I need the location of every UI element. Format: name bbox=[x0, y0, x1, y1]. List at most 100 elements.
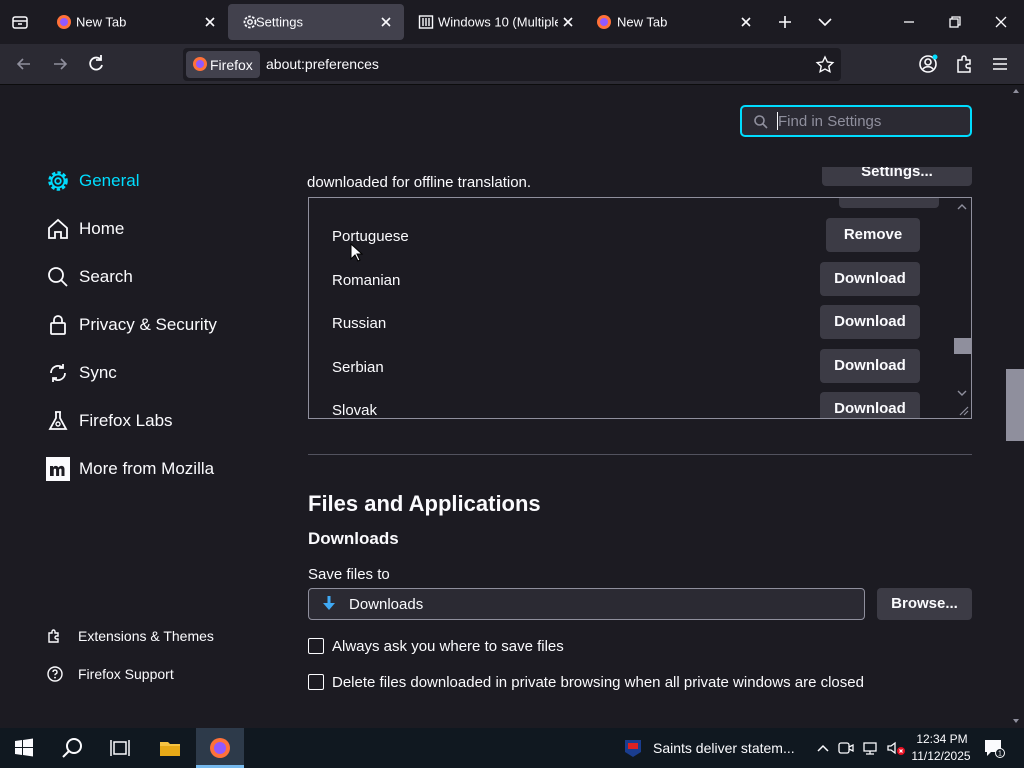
search-icon[interactable] bbox=[60, 736, 84, 760]
tab-title: New Tab bbox=[617, 14, 668, 30]
section-heading-files: Files and Applications bbox=[308, 491, 541, 516]
sidebar-item-label: Firefox Labs bbox=[79, 411, 173, 430]
scroll-down-icon[interactable] bbox=[955, 388, 969, 398]
divider bbox=[308, 454, 972, 455]
tab-windows10[interactable]: Windows 10 (Multiple E bbox=[404, 0, 582, 44]
firefox-icon bbox=[56, 14, 72, 30]
always-ask-label[interactable]: Always ask you where to save files bbox=[332, 638, 564, 655]
meet-now-icon[interactable] bbox=[838, 740, 854, 756]
tab-list-icon[interactable] bbox=[10, 12, 30, 32]
restore-icon[interactable] bbox=[946, 13, 964, 31]
help-icon bbox=[46, 665, 64, 683]
download-button[interactable]: Download bbox=[820, 349, 920, 383]
close-icon[interactable] bbox=[202, 14, 218, 30]
download-arrow-icon bbox=[320, 595, 338, 613]
remove-button[interactable]: Remove bbox=[826, 218, 920, 252]
url-text[interactable]: about:preferences bbox=[266, 56, 379, 72]
lock-icon bbox=[46, 313, 70, 337]
tab-title: Settings bbox=[256, 14, 303, 30]
back-icon[interactable] bbox=[12, 52, 36, 76]
firefox-icon bbox=[192, 56, 208, 72]
browse-button[interactable]: Browse... bbox=[877, 588, 972, 620]
language-name: Romanian bbox=[332, 272, 401, 289]
forward-icon[interactable] bbox=[48, 52, 72, 76]
language-name: Portuguese bbox=[332, 228, 409, 245]
task-view-icon[interactable] bbox=[108, 736, 132, 760]
library-icon bbox=[418, 14, 434, 30]
sync-icon bbox=[46, 361, 70, 385]
windows-start-icon[interactable] bbox=[14, 738, 34, 758]
close-icon[interactable] bbox=[738, 14, 754, 30]
home-icon bbox=[46, 217, 70, 241]
download-folder-field[interactable]: Downloads bbox=[308, 588, 865, 620]
translation-description: downloaded for offline translation. bbox=[307, 174, 532, 191]
sidebar-item-label: Search bbox=[79, 267, 133, 286]
url-bar[interactable]: Firefox about:preferences bbox=[183, 48, 841, 81]
identity-label: Firefox bbox=[210, 56, 253, 73]
translation-settings-button[interactable]: Settings... bbox=[822, 167, 972, 186]
browse-button-label: Browse... bbox=[891, 595, 958, 612]
download-button[interactable]: Download bbox=[820, 262, 920, 296]
news-icon bbox=[624, 738, 642, 758]
tab-new-tab-1[interactable]: New Tab bbox=[42, 0, 228, 44]
subheading-downloads: Downloads bbox=[308, 529, 399, 548]
close-window-icon[interactable] bbox=[992, 13, 1010, 31]
extensions-icon[interactable] bbox=[952, 52, 976, 76]
list-scrollbar-thumb[interactable] bbox=[954, 338, 971, 354]
news-headline[interactable]: Saints deliver statem... bbox=[653, 740, 795, 756]
sidebar-item-label: Home bbox=[79, 219, 125, 238]
page-scrollbar-thumb[interactable] bbox=[1006, 369, 1024, 441]
delete-private-downloads-checkbox[interactable] bbox=[308, 674, 324, 690]
resize-grip-icon[interactable] bbox=[957, 404, 969, 416]
volume-muted-icon[interactable] bbox=[886, 740, 906, 756]
firefox-icon bbox=[208, 736, 232, 760]
notification-icon[interactable]: 1 bbox=[983, 738, 1005, 758]
settings-search-input[interactable]: Find in Settings bbox=[740, 105, 972, 137]
mouse-cursor-icon bbox=[350, 243, 364, 263]
menu-icon[interactable] bbox=[988, 52, 1012, 76]
sidebar-item-label: General bbox=[79, 171, 140, 190]
sidebar-item-label: Sync bbox=[79, 363, 117, 382]
scroll-up-icon[interactable] bbox=[955, 202, 969, 212]
sidebar-item-label: Firefox Support bbox=[78, 666, 174, 682]
settings-page: Find in Settings General Home Search Pri… bbox=[0, 85, 1024, 728]
save-files-to-label: Save files to bbox=[308, 566, 390, 583]
taskbar: Saints deliver statem... 12:34 PM 11/12/… bbox=[0, 728, 1024, 768]
reload-icon[interactable] bbox=[84, 52, 108, 76]
download-button[interactable]: Download bbox=[820, 305, 920, 339]
chevron-down-icon[interactable] bbox=[816, 13, 834, 31]
page-scroll-down-icon[interactable] bbox=[1011, 717, 1021, 725]
partial-button[interactable] bbox=[839, 198, 939, 208]
chevron-up-icon[interactable] bbox=[815, 740, 831, 756]
tab-settings[interactable]: Settings bbox=[228, 4, 404, 40]
language-list: Portuguese Remove Romanian Download Russ… bbox=[308, 197, 972, 419]
search-icon bbox=[753, 114, 769, 130]
clock-date[interactable]: 11/12/2025 bbox=[908, 749, 974, 763]
language-name: Russian bbox=[332, 315, 387, 332]
puzzle-icon bbox=[46, 627, 64, 645]
taskbar-firefox-active[interactable] bbox=[196, 728, 244, 768]
star-icon[interactable] bbox=[815, 55, 835, 75]
mozilla-icon bbox=[46, 457, 70, 481]
network-icon[interactable] bbox=[862, 740, 878, 756]
new-tab-icon[interactable] bbox=[776, 13, 794, 31]
delete-private-downloads-label[interactable]: Delete files downloaded in private brows… bbox=[332, 674, 864, 691]
list-item: Serbian Download bbox=[309, 349, 949, 393]
sidebar-item-label: Privacy & Security bbox=[79, 315, 217, 334]
download-button[interactable]: Download bbox=[820, 392, 920, 418]
account-icon[interactable] bbox=[916, 52, 940, 76]
page-scroll-up-icon[interactable] bbox=[1011, 87, 1021, 95]
file-explorer-icon[interactable] bbox=[158, 736, 182, 760]
sidebar-item-label: More from Mozilla bbox=[79, 459, 215, 478]
list-item: Romanian Download bbox=[309, 262, 949, 306]
tab-new-tab-2[interactable]: New Tab bbox=[582, 0, 766, 44]
close-icon[interactable] bbox=[560, 14, 576, 30]
close-icon[interactable] bbox=[378, 14, 394, 30]
identity-box[interactable]: Firefox bbox=[186, 51, 260, 78]
download-folder-name: Downloads bbox=[349, 596, 424, 613]
language-name: Slovak bbox=[332, 402, 378, 419]
language-name: Serbian bbox=[332, 359, 384, 376]
clock-time[interactable]: 12:34 PM bbox=[915, 732, 969, 746]
minimize-icon[interactable] bbox=[900, 13, 918, 31]
always-ask-checkbox[interactable] bbox=[308, 638, 324, 654]
